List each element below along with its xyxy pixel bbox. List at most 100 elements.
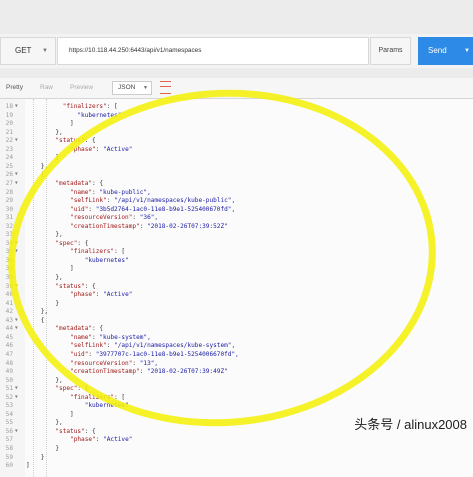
line-number: 52 (5, 393, 13, 401)
tab-raw[interactable]: Raw (40, 78, 53, 98)
json-key: "phase" (70, 145, 96, 153)
code-line: 57 "phase": "Active" (0, 436, 473, 444)
tab-preview[interactable]: Preview (70, 78, 93, 98)
code-text: } (26, 154, 59, 162)
code-text: "spec": { (26, 240, 88, 248)
code-text: }, (26, 308, 48, 316)
json-punct: : (132, 359, 140, 367)
watermark: 头条号 / alinux2008 (354, 417, 467, 432)
code-text: "status": { (26, 137, 96, 145)
code-line: 19 "kubernetes" (0, 112, 473, 120)
line-number: 18 (5, 103, 13, 110)
fold-arrow-icon[interactable]: ▼ (15, 103, 18, 111)
code-line: 50 }, (0, 377, 473, 385)
json-punct: : { (92, 179, 104, 187)
fold-arrow-icon[interactable]: ▼ (15, 248, 18, 256)
code-text: "creationTimestamp": "2018-02-26T07:39:5… (26, 223, 228, 231)
code-text: "kubernetes" (26, 112, 121, 120)
code-text: }, (26, 231, 62, 239)
code-line: 58 } (0, 445, 473, 453)
url-input[interactable]: https://10.118.44.250:6443/api/v1/namesp… (57, 37, 369, 65)
json-string: "2018-02-26T07:39:52Z" (147, 222, 228, 230)
json-string: "kube-system", (99, 333, 151, 341)
json-punct: : (95, 436, 104, 444)
json-key: "resourceVersion" (70, 214, 133, 222)
line-number: 38 (5, 274, 13, 281)
code-text: "phase": "Active" (26, 146, 132, 154)
json-punct: } (40, 453, 45, 461)
code-line: 32 "creationTimestamp": "2018-02-26T07:3… (0, 223, 473, 231)
code-text: { (26, 317, 45, 325)
line-number: 29 (5, 197, 13, 205)
code-line: 42 }, (0, 308, 473, 316)
line-number: 59 (5, 453, 13, 461)
code-text: }, (26, 163, 48, 171)
line-number: 24 (5, 154, 13, 162)
line-number: 27 (5, 179, 13, 187)
code-text: "phase": "Active" (26, 291, 132, 299)
json-key: "metadata" (55, 179, 93, 187)
json-string: "Active" (103, 436, 133, 444)
code-line: 53 "kubernetes" (0, 402, 473, 410)
code-line: 60] (0, 462, 473, 470)
method-select[interactable]: GET ▼ (0, 37, 56, 65)
code-text: "uid": "3b5d2764-1ac0-11e8-b9e1-52540067… (26, 206, 235, 214)
json-punct: : (95, 291, 104, 299)
line-number: 45 (5, 333, 13, 341)
fold-arrow-icon[interactable]: ▼ (15, 283, 18, 291)
json-punct: }, (55, 376, 63, 384)
code-text: "finalizers": [ (26, 103, 118, 111)
code-text: "status": { (26, 283, 95, 291)
line-number: 36 (5, 256, 13, 264)
code-line: 34 ▼ "spec": { (0, 240, 473, 248)
code-text: "kubernetes" (26, 257, 129, 265)
send-button[interactable]: Send ▼ (418, 37, 473, 65)
json-punct: } (55, 154, 60, 162)
json-string: "kubernetes" (84, 256, 129, 264)
json-key: "finalizers" (70, 248, 115, 256)
code-line: 51 ▼ "spec": { (0, 385, 473, 393)
code-line: 28 "name": "kube-public", (0, 189, 473, 197)
fold-arrow-icon[interactable]: ▼ (15, 180, 18, 188)
line-number: 25 (5, 162, 13, 170)
fold-arrow-icon[interactable]: ▼ (15, 317, 18, 325)
wrap-lines-icon[interactable] (160, 81, 171, 94)
code-line: 20 ] (0, 120, 473, 128)
tab-pretty[interactable]: Pretty (6, 78, 23, 98)
chevron-down-icon: ▼ (143, 85, 148, 91)
code-line: 31 "resourceVersion": "36", (0, 214, 473, 222)
json-key: "uid" (70, 350, 89, 358)
json-key: "selfLink" (70, 342, 107, 350)
code-text: } (26, 453, 45, 462)
json-punct: : { (92, 325, 104, 333)
json-string: "2018-02-26T07:39:49Z" (147, 368, 228, 376)
line-number: 56 (5, 427, 13, 435)
code-text: "metadata": { (26, 180, 103, 188)
line-number: 40 (5, 291, 13, 299)
fold-arrow-icon[interactable]: ▼ (15, 428, 18, 436)
code-line: 38 }, (0, 274, 473, 282)
code-text: }, (26, 129, 62, 137)
json-punct: : { (84, 137, 96, 145)
code-text: "uid": "3977707c-1ac0-11e8-b9e1-52540066… (26, 351, 239, 359)
chevron-down-icon: ▼ (464, 48, 470, 54)
json-punct: ] (70, 410, 74, 418)
fold-arrow-icon[interactable]: ▼ (15, 171, 18, 179)
json-key: "phase" (70, 436, 96, 444)
code-text: "selfLink": "/api/v1/namespaces/kube-pub… (26, 197, 235, 205)
code-text: "name": "kube-system", (26, 334, 151, 342)
fold-arrow-icon[interactable]: ▼ (15, 137, 18, 145)
params-button[interactable]: Params (370, 37, 411, 65)
fold-arrow-icon[interactable]: ▼ (15, 394, 18, 402)
fold-arrow-icon[interactable]: ▼ (15, 385, 18, 393)
line-number: 30 (5, 205, 13, 213)
method-label: GET (15, 46, 32, 55)
fold-arrow-icon[interactable]: ▼ (15, 240, 18, 248)
code-line: 59 } (0, 454, 473, 462)
code-line: 40 "phase": "Active" (0, 291, 473, 299)
json-punct: : (139, 222, 148, 230)
line-number: 43 (5, 316, 13, 324)
code-text: }, (26, 274, 62, 282)
fold-arrow-icon[interactable]: ▼ (15, 325, 18, 333)
format-select[interactable]: JSON ▼ (112, 81, 152, 95)
